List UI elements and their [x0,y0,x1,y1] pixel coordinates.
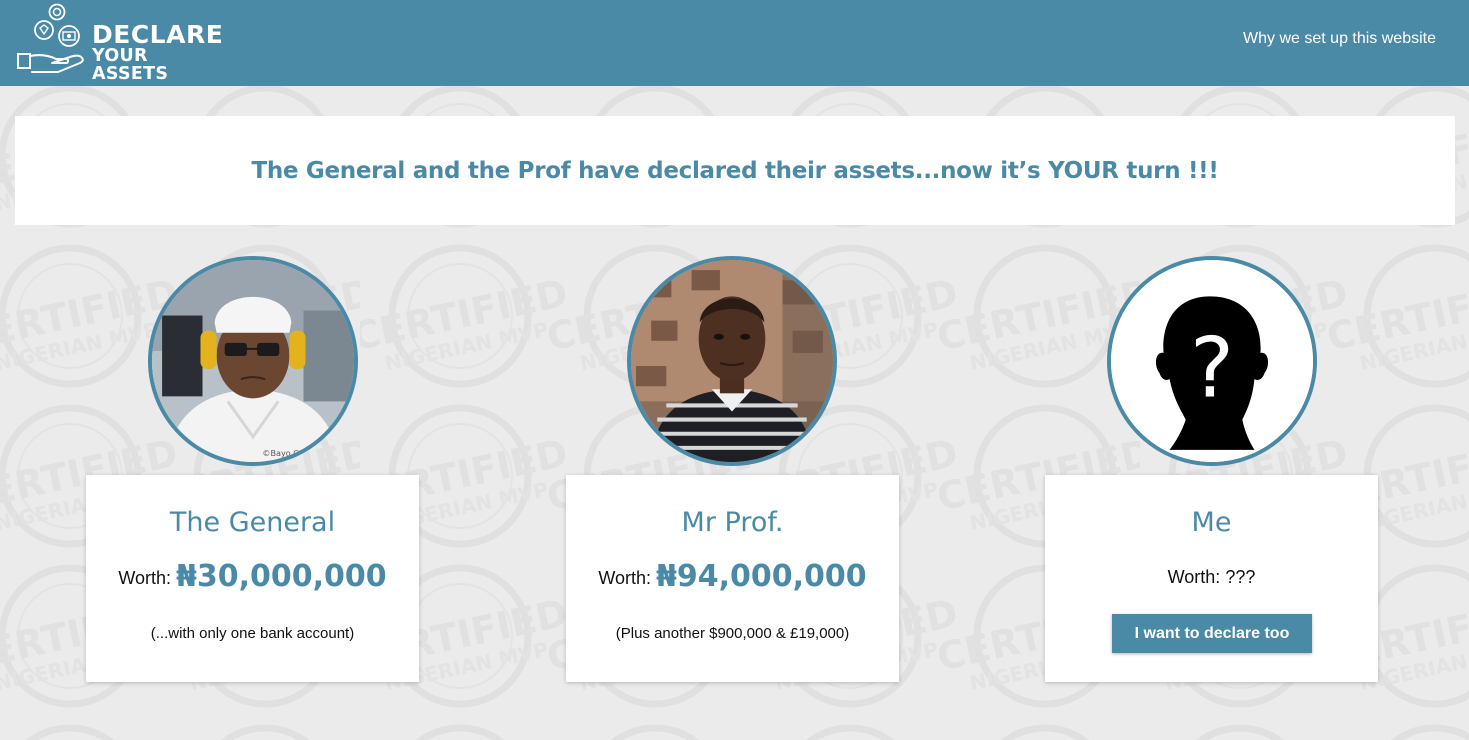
worth-line: Worth: ??? [1045,567,1378,588]
page-headline: The General and the Prof have declared t… [251,157,1219,184]
svg-text:?: ? [1190,319,1234,416]
worth-value: ₦30,000,000 [176,559,387,594]
the-general-photo: ©Bayo Omoboriowo [148,256,358,466]
worth-line: Worth: ₦30,000,000 [86,559,419,594]
site-header: DECLARE YOUR ASSETS Why we set up this w… [0,0,1469,86]
hand-coins-logo-icon [17,3,84,73]
why-we-set-up-link[interactable]: Why we set up this website [1243,30,1436,48]
worth-label: Worth: [598,568,651,588]
the-general-card: The General Worth: ₦30,000,000 (...with … [86,475,419,682]
mr-prof-photo [627,256,837,466]
worth-note: (Plus another $900,000 & £19,000) [615,625,850,642]
person-name: Me [1191,507,1232,538]
site-logo[interactable]: DECLARE YOUR ASSETS [14,2,223,82]
me-card: Me Worth: ??? I want to declare too [1045,475,1378,682]
worth-note: (...with only one bank account) [150,625,355,642]
logo-line-2: YOUR ASSETS [92,46,169,84]
declare-too-button[interactable]: I want to declare too [1112,614,1312,653]
me-placeholder-avatar: ? [1107,256,1317,466]
logo-line-1: DECLARE [92,20,224,49]
question-silhouette-icon: ? [1111,260,1313,462]
worth-line: Worth: ₦94,000,000 [566,559,899,594]
worth-label: Worth: [1167,567,1221,587]
logo-wordmark: DECLARE YOUR ASSETS [92,22,223,83]
worth-label: Worth: [118,568,171,588]
worth-value: ₦94,000,000 [656,559,867,594]
person-name: The General [169,507,336,538]
worth-value: ??? [1225,567,1256,587]
headline-banner: The General and the Prof have declared t… [15,116,1455,225]
mr-prof-card: Mr Prof. Worth: ₦94,000,000 (Plus anothe… [566,475,899,682]
person-name: Mr Prof. [681,507,784,538]
